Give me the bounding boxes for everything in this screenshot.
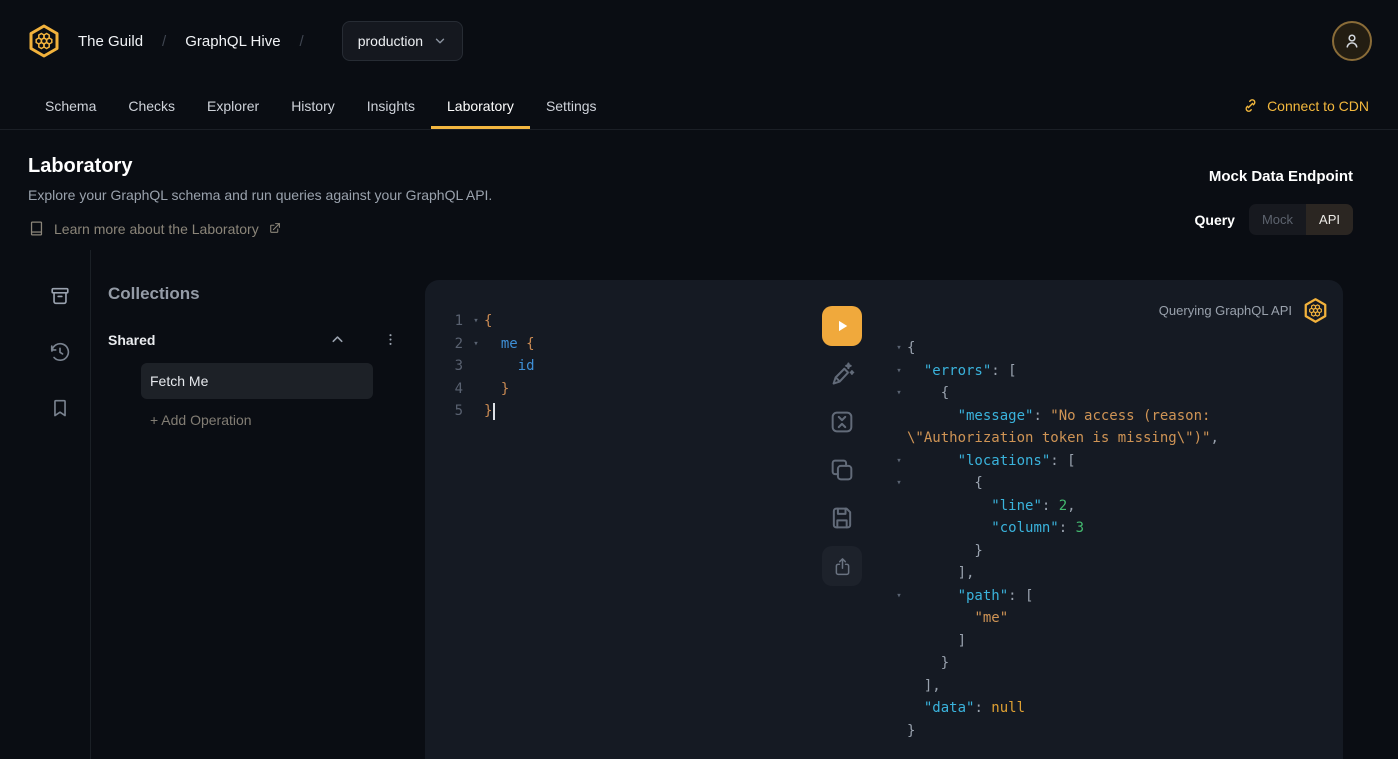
response-header: Querying GraphQL API (1159, 297, 1329, 324)
collection-group-row[interactable]: Shared (108, 331, 398, 348)
merge-fragments-icon[interactable] (828, 408, 856, 436)
graphql-hive-laboratory-page: The Guild / GraphQL Hive / production Sc… (0, 0, 1398, 759)
execute-query-button[interactable] (822, 306, 862, 346)
endpoint-query-label: Query (1195, 212, 1235, 228)
operation-item-fetch-me[interactable]: Fetch Me (141, 363, 373, 399)
breadcrumb-separator: / (300, 33, 304, 50)
prettify-icon[interactable] (828, 360, 856, 388)
toggle-option-api[interactable]: API (1306, 204, 1353, 235)
tab-insights[interactable]: Insights (351, 82, 431, 129)
tab-history[interactable]: History (275, 82, 351, 129)
hive-logo-icon[interactable] (26, 23, 62, 59)
book-icon (28, 220, 45, 237)
endpoint-title: Mock Data Endpoint (1195, 168, 1354, 185)
breadcrumb-separator: / (162, 33, 166, 50)
response-code[interactable]: ▾{▾ "errors": [▾ { "message": "No access… (891, 337, 1219, 742)
tab-checks[interactable]: Checks (112, 82, 191, 129)
user-avatar[interactable] (1332, 21, 1372, 61)
archive-icon[interactable] (49, 285, 71, 307)
toggle-option-mock[interactable]: Mock (1249, 204, 1306, 235)
tab-explorer[interactable]: Explorer (191, 82, 275, 129)
response-status-label: Querying GraphQL API (1159, 303, 1292, 318)
breadcrumb-project[interactable]: GraphQL Hive (185, 33, 280, 50)
link-icon (1242, 97, 1259, 114)
connect-to-cdn-label: Connect to CDN (1267, 98, 1369, 114)
laboratory-sidebar-rail (0, 250, 90, 759)
connect-to-cdn-link[interactable]: Connect to CDN (1242, 82, 1369, 129)
collections-panel: Collections Shared Fetch Me + Add Operat… (90, 250, 425, 759)
endpoint-mode-toggle: Mock API (1249, 204, 1353, 235)
collection-group-label: Shared (108, 332, 155, 348)
main-nav: Schema Checks Explorer History Insights … (0, 82, 1398, 130)
chevron-up-icon[interactable] (329, 331, 346, 348)
graphiql-panel: 1▾{2▾ me {3 id4 }5} Querying GraphQL API (425, 280, 1343, 759)
collections-title: Collections (108, 284, 425, 304)
history-icon[interactable] (49, 341, 71, 363)
tab-laboratory[interactable]: Laboratory (431, 82, 530, 129)
person-icon (1342, 31, 1362, 51)
external-link-icon (268, 222, 281, 235)
top-header: The Guild / GraphQL Hive / production (0, 0, 1398, 82)
tab-schema[interactable]: Schema (29, 82, 112, 129)
bookmark-icon[interactable] (49, 397, 71, 419)
target-selector-value: production (358, 33, 423, 49)
hive-logo-icon (1302, 297, 1329, 324)
copy-query-icon[interactable] (828, 456, 856, 484)
add-operation-button[interactable]: + Add Operation (150, 412, 425, 428)
tab-settings[interactable]: Settings (530, 82, 613, 129)
learn-more-label: Learn more about the Laboratory (54, 221, 259, 237)
page-subtitle: Explore your GraphQL schema and run quer… (28, 187, 492, 203)
share-icon (832, 556, 853, 577)
save-operation-icon[interactable] (828, 504, 856, 532)
page-heading: Laboratory Explore your GraphQL schema a… (28, 155, 492, 237)
mock-data-endpoint-section: Mock Data Endpoint Query Mock API (1195, 168, 1354, 235)
share-operation-button[interactable] (822, 546, 862, 586)
page-title: Laboratory (28, 155, 492, 178)
learn-more-link[interactable]: Learn more about the Laboratory (28, 220, 492, 237)
kebab-menu-icon[interactable] (383, 332, 398, 347)
query-editor-code[interactable]: 1▾{2▾ me {3 id4 }5} (451, 310, 535, 423)
target-selector-button[interactable]: production (342, 21, 463, 61)
breadcrumb-org[interactable]: The Guild (78, 33, 143, 50)
chevron-down-icon (433, 34, 447, 48)
play-icon (833, 317, 851, 335)
